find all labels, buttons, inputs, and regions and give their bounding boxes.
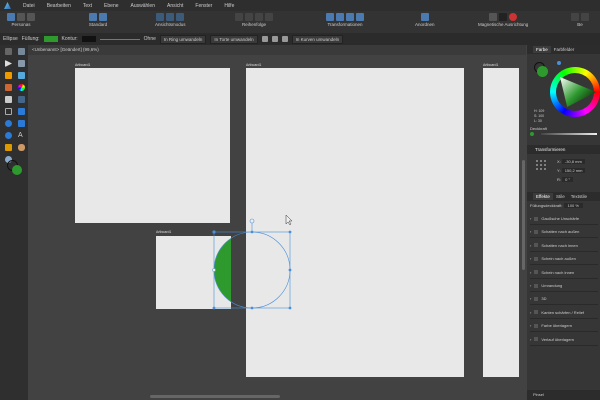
- effect-label: Schatten nach außen: [541, 229, 580, 235]
- fill-color-well[interactable]: [537, 66, 548, 77]
- rotation-input[interactable]: 0 °: [562, 177, 574, 182]
- effect-item[interactable]: › Kanten schärfen / Relief: [530, 307, 598, 319]
- color-wheel[interactable]: [550, 67, 600, 117]
- effect-item[interactable]: › Umrandung: [530, 280, 598, 292]
- effect-label: Schein nach außen: [541, 256, 576, 262]
- effect-checkbox[interactable]: [534, 270, 539, 275]
- effect-label: Schein nach innen: [541, 269, 575, 275]
- anchor-grid[interactable]: [535, 159, 547, 171]
- brushes-panel-tab[interactable]: Pinsel: [527, 390, 600, 400]
- opacity-slider[interactable]: [541, 133, 597, 135]
- tab-text-styles[interactable]: Textstile: [568, 193, 590, 200]
- effect-checkbox[interactable]: [534, 256, 539, 261]
- expand-icon[interactable]: ›: [530, 337, 531, 342]
- expand-icon[interactable]: ›: [530, 270, 531, 275]
- effect-checkbox[interactable]: [534, 243, 539, 248]
- expand-icon[interactable]: ›: [530, 283, 531, 288]
- fill-opacity-input[interactable]: 100 %: [563, 203, 583, 208]
- expand-icon[interactable]: ›: [530, 323, 531, 328]
- effect-item[interactable]: › Gaußsche Unschärfe: [530, 213, 598, 225]
- ellipse-shape: [214, 238, 231, 302]
- effect-label: Gaußsche Unschärfe: [541, 216, 580, 221]
- effect-label: 3D: [541, 296, 547, 302]
- expand-icon[interactable]: ›: [530, 296, 531, 301]
- effect-item[interactable]: › Schatten nach außen: [530, 226, 598, 239]
- effect-checkbox[interactable]: [534, 323, 539, 328]
- expand-icon[interactable]: ›: [530, 216, 531, 221]
- effect-checkbox[interactable]: [534, 283, 539, 288]
- effect-checkbox[interactable]: [534, 296, 539, 301]
- transform-panel-title: Transformieren: [527, 145, 600, 154]
- effect-label: Umrandung: [541, 283, 563, 288]
- effect-checkbox[interactable]: [534, 229, 539, 234]
- tab-effects[interactable]: Effekte: [533, 193, 553, 200]
- expand-icon[interactable]: ›: [530, 229, 531, 234]
- effect-label: Kanten schärfen / Relief: [541, 309, 585, 315]
- right-panel: Farbe Farbfelder H: 109 S: 100 L: 30 Deckk…: [527, 45, 600, 400]
- color-picker-icon[interactable]: [557, 61, 561, 65]
- tab-color[interactable]: Farbe: [533, 46, 551, 53]
- vertical-scrollbar[interactable]: [522, 160, 525, 270]
- y-input[interactable]: 150,2 mm: [561, 168, 586, 173]
- effect-item[interactable]: › Schein nach innen: [530, 267, 598, 279]
- horizontal-scrollbar[interactable]: [150, 395, 280, 398]
- tab-styles[interactable]: Stile: [553, 193, 568, 200]
- ellipse-selection[interactable]: [0, 0, 600, 400]
- fill-opacity: Füllungsdeckkraft: 100 %: [530, 203, 583, 208]
- expand-icon[interactable]: ›: [530, 310, 531, 315]
- cursor-icon: [285, 214, 293, 226]
- rotate-handle: [249, 218, 255, 224]
- effect-checkbox[interactable]: [534, 216, 539, 221]
- effect-checkbox[interactable]: [534, 310, 539, 315]
- x-input[interactable]: -30,8 mm: [561, 159, 585, 164]
- effect-item[interactable]: › Verlauf überlagern: [530, 334, 598, 346]
- opacity-label: Deckkraft: [530, 126, 547, 131]
- effect-item[interactable]: › 3D: [530, 293, 598, 306]
- effect-label: Farbe überlagern: [541, 323, 573, 329]
- expand-icon[interactable]: ›: [530, 256, 531, 261]
- hsl-values: H: 109 S: 100 L: 30: [534, 109, 545, 123]
- effect-item[interactable]: › Schein nach außen: [530, 253, 598, 266]
- effect-checkbox[interactable]: [534, 337, 539, 342]
- transform-fields: X: -30,8 mm Y: 150,2 mm R: 0 °: [557, 157, 586, 184]
- expand-icon[interactable]: ›: [530, 243, 531, 248]
- effect-item[interactable]: › Farbe überlagern: [530, 320, 598, 333]
- effect-item[interactable]: › Schatten nach innen: [530, 240, 598, 252]
- effect-label: Verlauf überlagern: [541, 336, 575, 342]
- tab-swatches[interactable]: Farbfelder: [551, 46, 578, 53]
- effect-label: Schatten nach innen: [541, 242, 578, 248]
